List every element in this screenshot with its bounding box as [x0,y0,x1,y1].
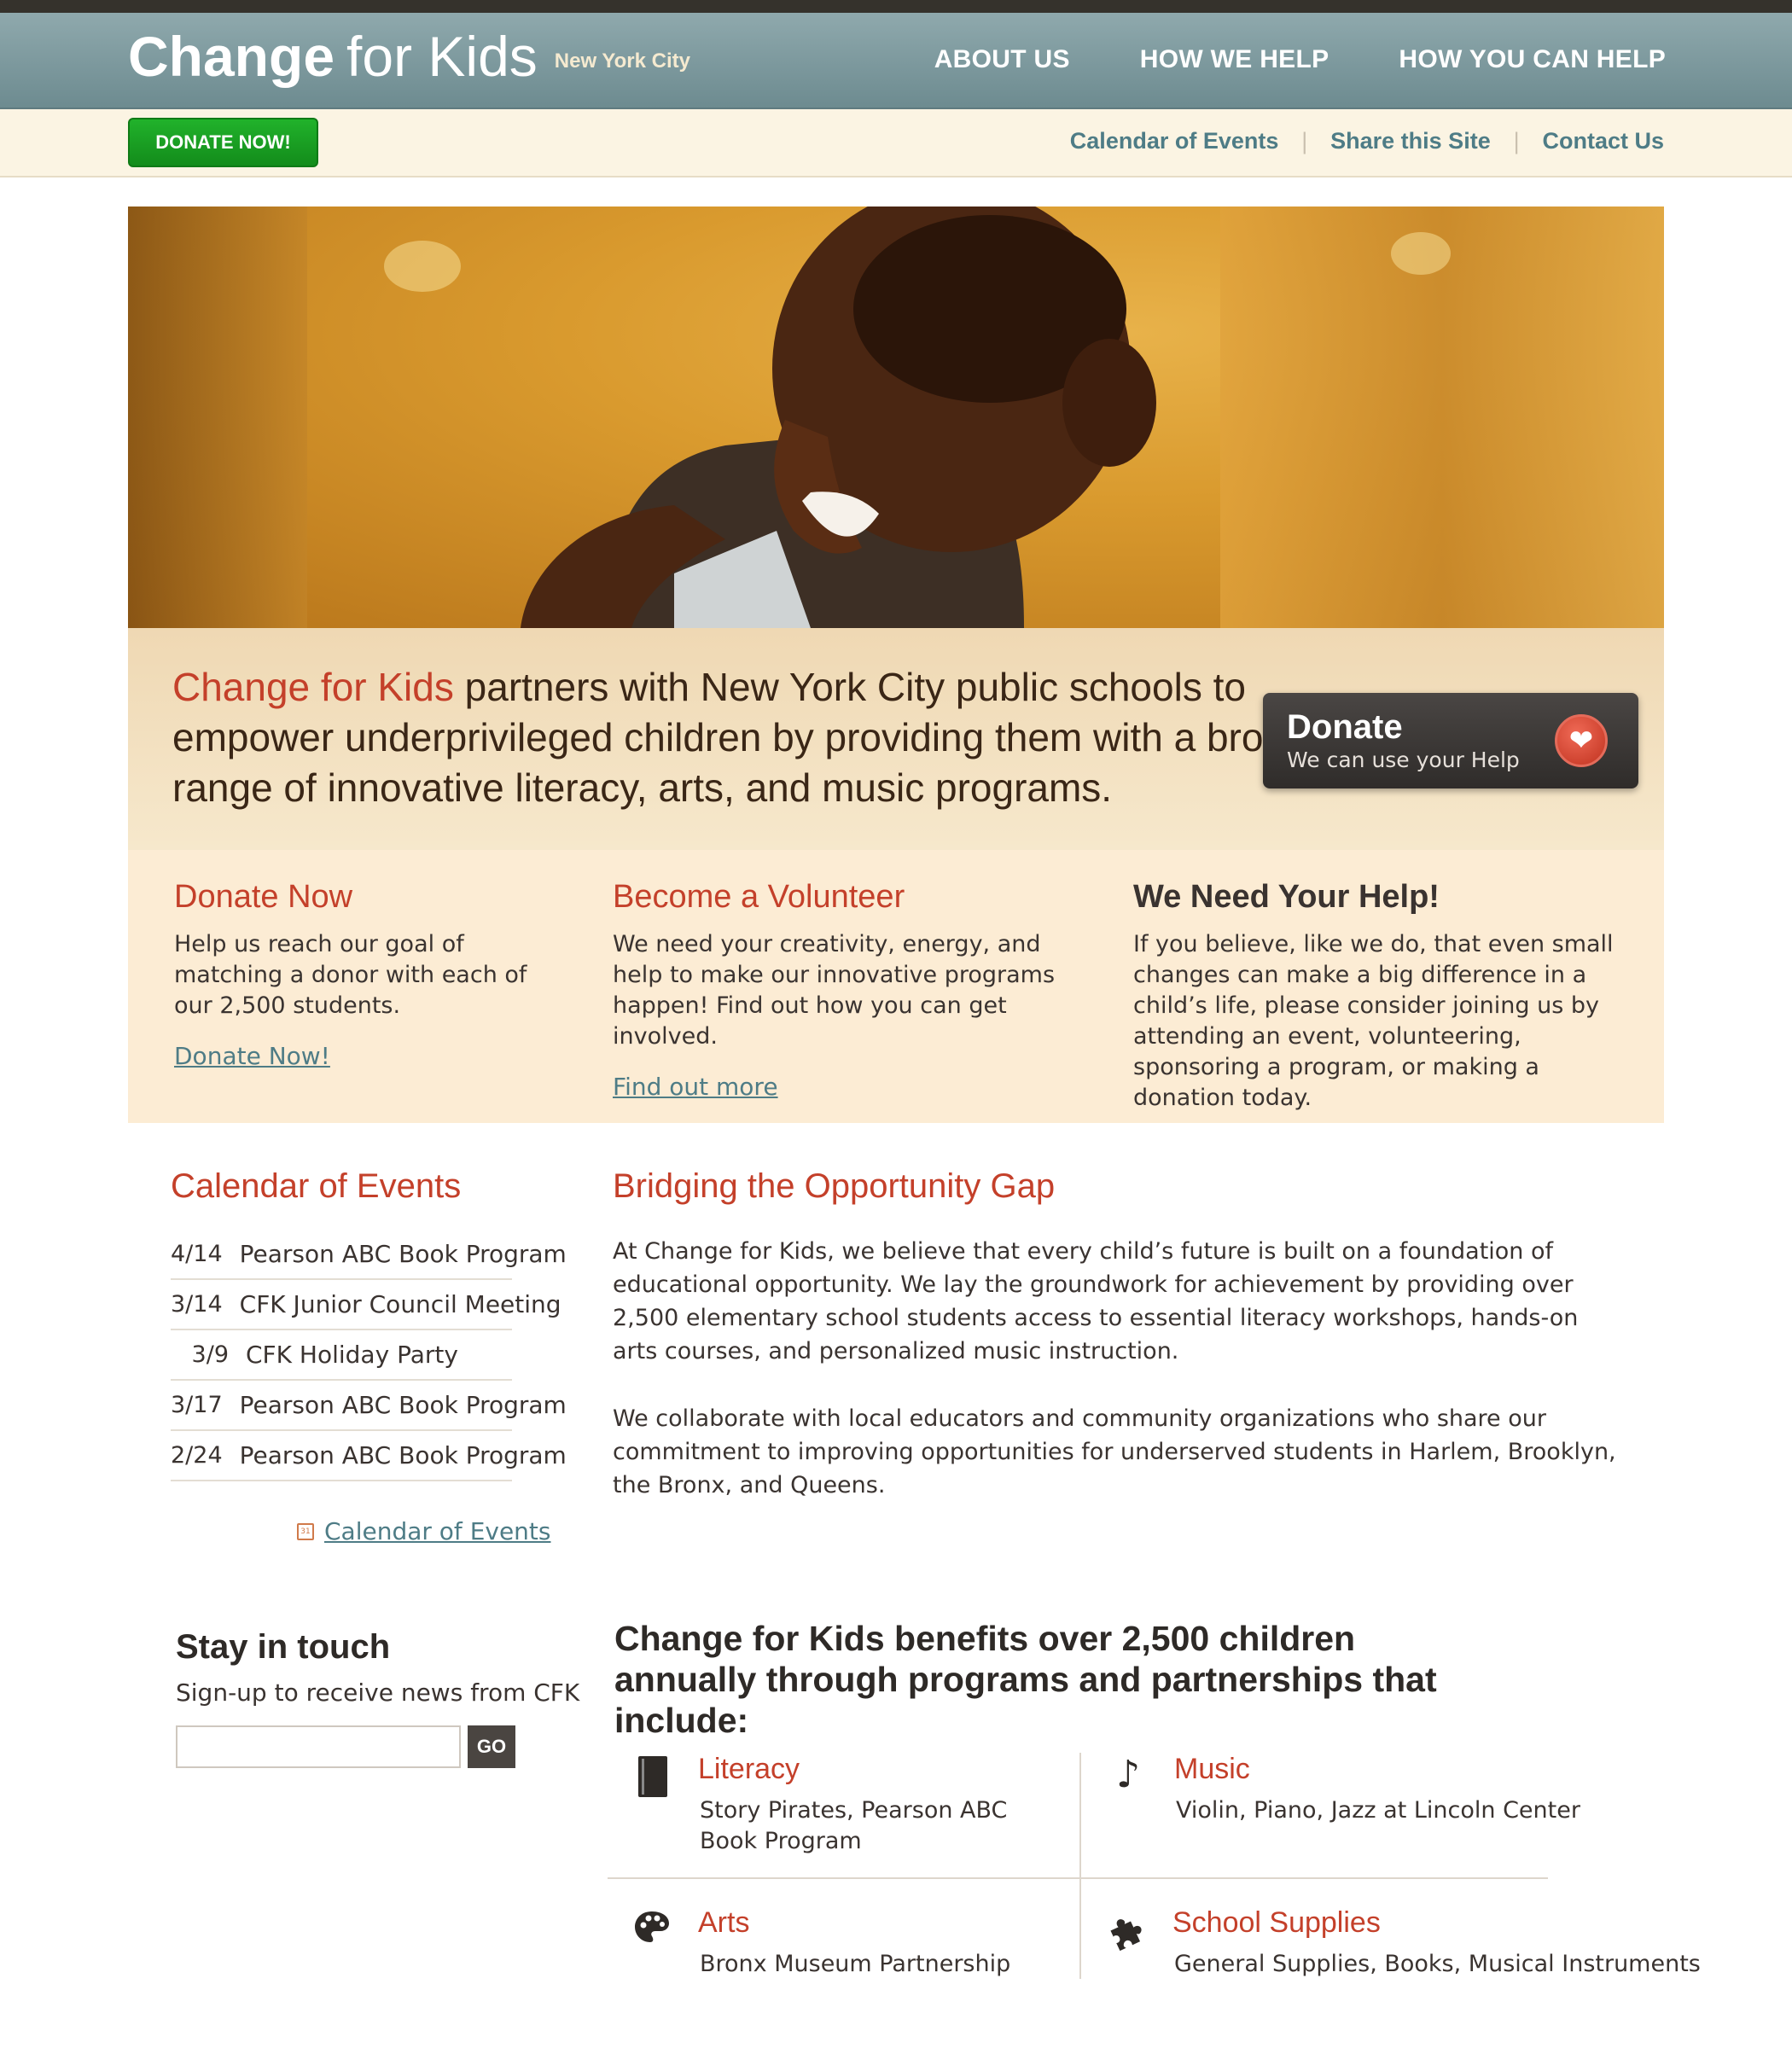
benefits-grid: Literacy Story Pirates, Pearson ABC Book… [608,1753,1701,1979]
util-contact-link[interactable]: Contact Us [1542,128,1664,154]
util-share-link[interactable]: Share this Site [1330,128,1491,154]
benefit-text: Violin, Piano, Jazz at Lincoln Center [1176,1797,1580,1824]
find-out-more-link[interactable]: Find out more [613,1073,778,1101]
event-date: 3/17 [171,1392,223,1418]
event-date: 2/24 [171,1442,223,1469]
calendar-event[interactable]: 3/14 CFK Junior Council Meeting [171,1280,561,1330]
donate-card-title: Donate [1287,708,1403,746]
calendar-icon: 31 [297,1522,314,1540]
feature-text: If you believe, like we do, that even sm… [1133,931,1614,1111]
feature-title: We Need Your Help! [1133,879,1440,915]
feature-title: Become a Volunteer [613,879,905,915]
calendar-title: Calendar of Events [171,1167,462,1205]
feature-text: We need your creativity, energy, and hel… [613,931,1056,1050]
puzzle-icon [1106,1906,1147,1952]
calendar-event[interactable]: 3/17 Pearson ABC Book Program [171,1381,567,1431]
event-date: 3/14 [171,1291,223,1318]
logo-bold-text: Change [128,25,335,88]
benefit-text: General Supplies, Books, Musical Instrum… [1174,1951,1701,1977]
feature-band: Donate Now Help us reach our goal of mat… [128,850,1664,1123]
util-calendar-link[interactable]: Calendar of Events [1070,128,1279,154]
benefit-title: Literacy [698,1753,800,1785]
benefits-title: Change for Kids benefits over 2,500 chil… [614,1619,1437,1740]
separator: | [1512,128,1521,154]
event-name: CFK Holiday Party [246,1341,458,1369]
benefit-title: Music [1174,1753,1250,1785]
tagline-panel: Change for Kids partners with New York C… [128,628,1664,850]
benefit-title: Arts [698,1906,750,1939]
donate-now-link[interactable]: Donate Now! [174,1042,330,1070]
calendar-event[interactable]: 3/9 CFK Holiday Party [171,1330,512,1381]
benefits-section: Change for Kids benefits over 2,500 chil… [608,1618,1701,1979]
stay-subtitle: Sign-up to receive news from CFK [176,1679,580,1707]
event-name: Pearson ABC Book Program [239,1441,567,1469]
event-date: 4/14 [171,1241,223,1267]
divider [608,1877,1548,1879]
email-input[interactable] [176,1725,461,1768]
utility-nav: Calendar of Events | Share this Site | C… [1070,128,1664,154]
benefit-music: ♪ Music Violin, Piano, Jazz at Lincoln C… [1108,1753,1637,1872]
bridging-paragraph: We collaborate with local educators and … [613,1405,1616,1498]
donate-now-button[interactable]: DONATE NOW! [128,118,318,167]
nav-how-you-can-help[interactable]: HOW YOU CAN HELP [1399,45,1666,74]
bridging-title: Bridging the Opportunity Gap [613,1167,1056,1205]
calendar-widget: Calendar of Events 4/14 Pearson ABC Book … [171,1167,567,1545]
tagline-brand: Change for Kids [172,665,454,709]
event-date: 3/9 [191,1341,229,1368]
go-button[interactable]: GO [468,1725,515,1768]
signup-row: GO [176,1725,551,1768]
book-icon [631,1753,672,1797]
logo-light-text: for Kids [346,25,538,88]
logo-city: New York City [554,49,690,73]
donate-card-subtitle: We can use your Help [1287,748,1520,772]
feature-need-help: We Need Your Help! If you believe, like … [1133,879,1645,1114]
stay-title: Stay in touch [176,1628,391,1666]
benefit-literacy: Literacy Story Pirates, Pearson ABC Book… [631,1753,1075,1872]
donate-card-button[interactable]: Donate We can use your Help ❤ [1263,693,1638,788]
top-strip [0,0,1792,13]
heart-icon: ❤ [1555,714,1608,767]
benefit-arts: Arts Bronx Museum Partnership [631,1906,1075,1983]
feature-donate: Donate Now Help us reach our goal of mat… [174,879,567,1070]
nav-how-we-help[interactable]: HOW WE HELP [1140,45,1329,74]
event-name: Pearson ABC Book Program [239,1391,567,1419]
palette-icon [631,1906,672,1951]
site-logo[interactable]: Change for Kids New York City [128,28,690,84]
main-nav: ABOUT US HOW WE HELP HOW YOU CAN HELP [934,45,1666,74]
bridging-section: Bridging the Opportunity Gap At Change f… [613,1167,1620,1536]
event-name: CFK Junior Council Meeting [239,1290,561,1318]
boy-laughing-photo [521,207,1156,628]
utility-bar: DONATE NOW! Calendar of Events | Share t… [0,109,1792,177]
event-name: Pearson ABC Book Program [239,1240,567,1268]
newsletter-signup: Stay in touch Sign-up to receive news fr… [176,1628,580,1768]
bridging-paragraph: At Change for Kids, we believe that ever… [613,1238,1579,1364]
calendar-event[interactable]: 4/14 Pearson ABC Book Program [171,1230,567,1280]
calendar-event[interactable]: 2/24 Pearson ABC Book Program [171,1431,567,1481]
nav-about-us[interactable]: ABOUT US [934,45,1070,74]
hero-photo [128,207,1664,628]
feature-text: Help us reach our goal of matching a don… [174,931,527,1019]
benefit-school-supplies: School Supplies General Supplies, Books,… [1106,1906,1701,1983]
divider [1079,1753,1081,1979]
feature-title: Donate Now [174,879,353,915]
separator: | [1300,128,1309,154]
site-header: Change for Kids New York City ABOUT US HOW… [0,13,1792,109]
feature-volunteer: Become a Volunteer We need your creativi… [613,879,1091,1101]
calendar-link-row: 31 Calendar of Events [297,1517,551,1545]
tagline-text: Change for Kids partners with New York C… [172,662,1307,813]
calendar-of-events-link[interactable]: Calendar of Events [324,1517,551,1545]
benefit-text: Bronx Museum Partnership [700,1951,1011,1977]
benefit-title: School Supplies [1172,1906,1381,1939]
benefit-text: Story Pirates, Pearson ABC Book Program [700,1797,1008,1854]
music-note-icon: ♪ [1115,1753,1141,1796]
